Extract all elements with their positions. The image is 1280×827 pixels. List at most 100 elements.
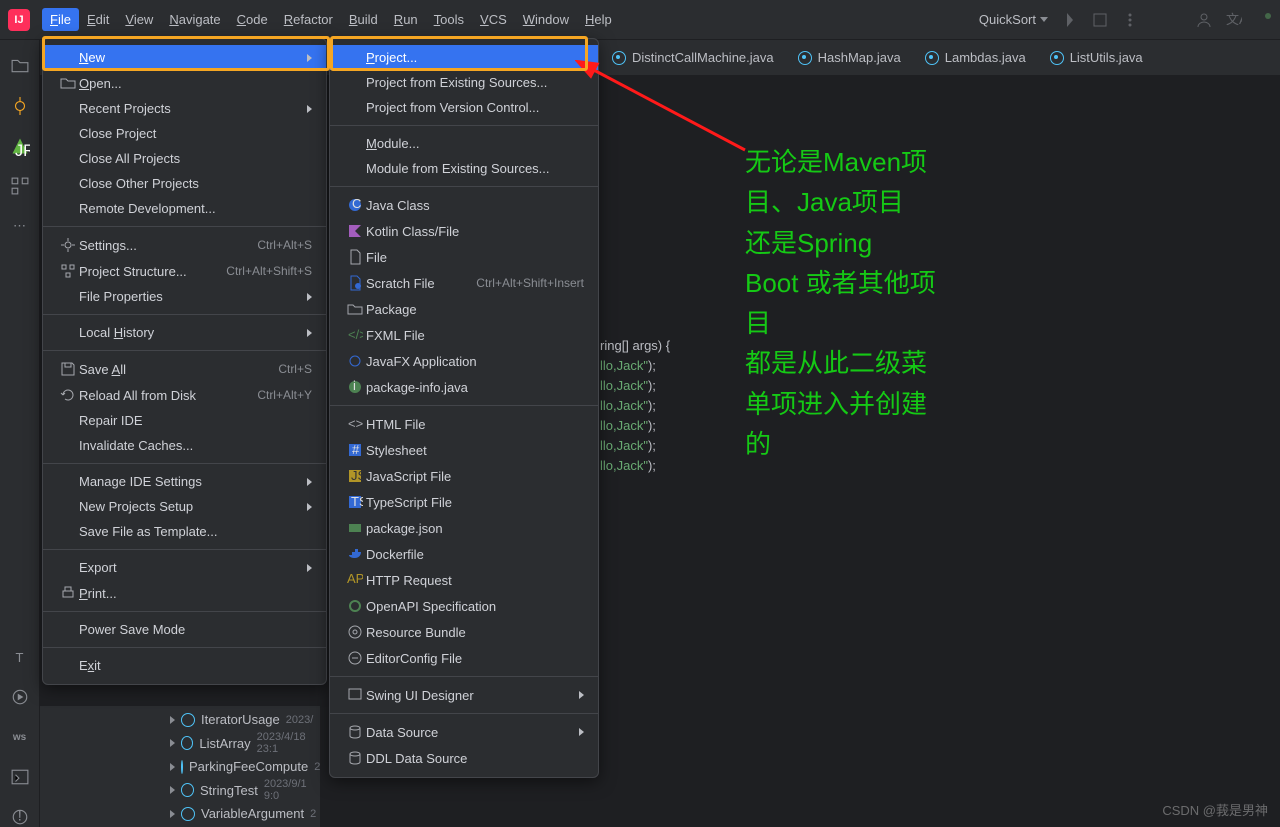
html-icon: <>: [344, 416, 366, 432]
project-tree[interactable]: IteratorUsage 2023/ListArray 2023/4/18 2…: [40, 706, 320, 827]
menubar-item-build[interactable]: Build: [341, 8, 386, 31]
file-menu-item-close-all-projects[interactable]: Close All Projects: [43, 146, 326, 171]
file-menu-item-exit[interactable]: Exit: [43, 653, 326, 678]
new-menu-item-http-request[interactable]: APIHTTP Request: [330, 567, 598, 593]
commit-tool-icon[interactable]: [10, 96, 30, 116]
vcs-icon[interactable]: [1062, 12, 1078, 28]
menubar-item-view[interactable]: View: [117, 8, 161, 31]
tree-item[interactable]: IteratorUsage 2023/: [40, 710, 320, 729]
menu-separator: [330, 125, 598, 126]
new-menu-item-file[interactable]: File: [330, 244, 598, 270]
css-icon: #: [344, 442, 366, 458]
new-menu-item-stylesheet[interactable]: #Stylesheet: [330, 437, 598, 463]
settings-icon[interactable]: [1256, 12, 1272, 28]
new-menu-item-html-file[interactable]: <>HTML File: [330, 411, 598, 437]
menubar-item-help[interactable]: Help: [577, 8, 620, 31]
new-menu-item-typescript-file[interactable]: TSTypeScript File: [330, 489, 598, 515]
new-menu-item-javascript-file[interactable]: JSJavaScript File: [330, 463, 598, 489]
text-tool-icon[interactable]: T: [10, 647, 30, 667]
editor-tab[interactable]: ListUtils.java: [1038, 40, 1155, 75]
new-menu-item-package-json[interactable]: package.json: [330, 515, 598, 541]
more-icon[interactable]: [1122, 12, 1138, 28]
swing-icon: [344, 687, 366, 703]
annotation-arrow: [575, 60, 755, 160]
run-icon[interactable]: [1092, 12, 1108, 28]
file-menu-item-close-project[interactable]: Close Project: [43, 121, 326, 146]
menubar-item-navigate[interactable]: Navigate: [161, 8, 228, 31]
problems-tool-icon[interactable]: !: [10, 807, 30, 827]
menu-separator: [43, 350, 326, 351]
new-menu-item-project-from-version-control[interactable]: Project from Version Control...: [330, 95, 598, 120]
ddl-icon: [344, 750, 366, 766]
new-menu-item-fxml-file[interactable]: </>FXML File: [330, 322, 598, 348]
project-tool-icon[interactable]: [10, 56, 30, 76]
menu-separator: [43, 463, 326, 464]
menu-separator: [43, 549, 326, 550]
menubar-item-vcs[interactable]: VCS: [472, 8, 515, 31]
file-menu-item-new[interactable]: New: [43, 45, 326, 70]
file-menu-item-settings[interactable]: Settings...Ctrl+Alt+S: [43, 232, 326, 258]
file-menu-item-new-projects-setup[interactable]: New Projects Setup: [43, 494, 326, 519]
file-menu-item-remote-development[interactable]: Remote Development...: [43, 196, 326, 221]
file-menu-item-local-history[interactable]: Local History: [43, 320, 326, 345]
new-menu-item-scratch-file[interactable]: Scratch FileCtrl+Alt+Shift+Insert: [330, 270, 598, 296]
new-menu-item-kotlin-class-file[interactable]: Kotlin Class/File: [330, 218, 598, 244]
new-menu-item-ddl-data-source[interactable]: DDL Data Source: [330, 745, 598, 771]
more-tools-icon[interactable]: ⋯: [10, 216, 30, 236]
new-menu-item-module[interactable]: Module...: [330, 131, 598, 156]
file-menu-item-export[interactable]: Export: [43, 555, 326, 580]
file-menu-item-project-structure[interactable]: Project Structure...Ctrl+Alt+Shift+S: [43, 258, 326, 284]
menubar-item-code[interactable]: Code: [229, 8, 276, 31]
db-icon: [344, 724, 366, 740]
menubar-item-file[interactable]: File: [42, 8, 79, 31]
file-icon: [344, 249, 366, 265]
new-menu-item-editorconfig-file[interactable]: EditorConfig File: [330, 645, 598, 671]
new-menu-item-package[interactable]: Package: [330, 296, 598, 322]
translate-icon[interactable]: 文A: [1226, 12, 1242, 28]
new-menu-item-java-class[interactable]: CJava Class: [330, 192, 598, 218]
file-menu-item-recent-projects[interactable]: Recent Projects: [43, 96, 326, 121]
jrebel-icon[interactable]: JR: [10, 136, 30, 156]
file-menu-item-repair-ide[interactable]: Repair IDE: [43, 408, 326, 433]
svg-text:!: !: [17, 808, 21, 824]
new-menu-item-dockerfile[interactable]: Dockerfile: [330, 541, 598, 567]
tree-item[interactable]: ParkingFeeCompute 20: [40, 757, 320, 776]
tree-item[interactable]: VariableArgument 2: [40, 804, 320, 823]
structure-tool-icon[interactable]: [10, 176, 30, 196]
play-tool-icon[interactable]: [10, 687, 30, 707]
file-menu-item-open[interactable]: Open...: [43, 70, 326, 96]
new-menu-item-openapi-specification[interactable]: OpenAPI Specification: [330, 593, 598, 619]
new-menu-item-data-source[interactable]: Data Source: [330, 719, 598, 745]
new-menu-item-package-info-java[interactable]: ipackage-info.java: [330, 374, 598, 400]
java-class-icon: [181, 760, 183, 774]
file-menu-item-close-other-projects[interactable]: Close Other Projects: [43, 171, 326, 196]
ws-tool-icon[interactable]: ws: [10, 727, 30, 747]
file-menu-item-invalidate-caches[interactable]: Invalidate Caches...: [43, 433, 326, 458]
tree-item[interactable]: ListArray 2023/4/18 23:1: [40, 729, 320, 757]
menubar-item-tools[interactable]: Tools: [426, 8, 472, 31]
file-menu-item-power-save-mode[interactable]: Power Save Mode: [43, 617, 326, 642]
file-menu-item-file-properties[interactable]: File Properties: [43, 284, 326, 309]
file-menu-item-manage-ide-settings[interactable]: Manage IDE Settings: [43, 469, 326, 494]
file-menu-item-print[interactable]: Print...: [43, 580, 326, 606]
new-menu-item-javafx-application[interactable]: JavaFX Application: [330, 348, 598, 374]
new-menu-item-project-from-existing-sources[interactable]: Project from Existing Sources...: [330, 70, 598, 95]
user-icon[interactable]: [1196, 12, 1212, 28]
tree-item[interactable]: StringTest 2023/9/1 9:0: [40, 776, 320, 804]
editor-tab[interactable]: Lambdas.java: [913, 40, 1038, 75]
file-menu-item-save-all[interactable]: Save AllCtrl+S: [43, 356, 326, 382]
new-menu-item-swing-ui-designer[interactable]: Swing UI Designer: [330, 682, 598, 708]
menubar-item-window[interactable]: Window: [515, 8, 577, 31]
terminal-tool-icon[interactable]: [10, 767, 30, 787]
menubar-item-run[interactable]: Run: [386, 8, 426, 31]
editor-tab[interactable]: HashMap.java: [786, 40, 913, 75]
file-menu-item-reload-all-from-disk[interactable]: Reload All from DiskCtrl+Alt+Y: [43, 382, 326, 408]
project-selector[interactable]: QuickSort: [979, 12, 1048, 27]
scratch-icon: [344, 275, 366, 291]
new-menu-item-resource-bundle[interactable]: Resource Bundle: [330, 619, 598, 645]
menubar-item-refactor[interactable]: Refactor: [276, 8, 341, 31]
menubar-item-edit[interactable]: Edit: [79, 8, 117, 31]
file-menu-item-save-file-as-template[interactable]: Save File as Template...: [43, 519, 326, 544]
new-menu-item-project[interactable]: Project...: [330, 45, 598, 70]
new-menu-item-module-from-existing-sources[interactable]: Module from Existing Sources...: [330, 156, 598, 181]
